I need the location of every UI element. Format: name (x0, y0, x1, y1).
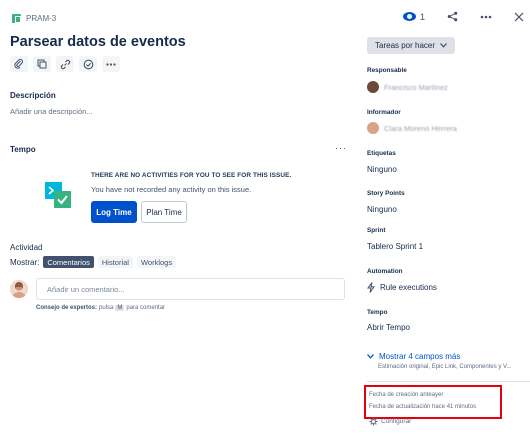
more-icon[interactable] (480, 15, 492, 19)
sprint-label: Sprint (367, 227, 386, 234)
attach-button[interactable] (10, 56, 28, 72)
close-icon[interactable] (514, 12, 524, 22)
tempo-more-button[interactable]: ··· (335, 143, 347, 153)
assignee-avatar (367, 81, 379, 93)
tempo-empty-subtext: You have not recorded any activity on th… (91, 185, 252, 194)
eye-icon (402, 12, 416, 21)
tip-key: M (115, 305, 125, 311)
top-actions: 1 (402, 11, 524, 22)
reporter-name: Clara Moreno Herrera (384, 123, 457, 133)
gear-icon (369, 417, 378, 426)
comment-tip: Consejo de expertos: pulsa M para coment… (36, 305, 165, 311)
tempo-field-label: Tempo (367, 309, 388, 316)
automation-value: Rule executions (380, 283, 437, 292)
avatar (10, 280, 28, 298)
more-fields-sub: Estimación original, Epic Link, Componen… (378, 364, 512, 370)
reporter-field[interactable]: Clara Moreno Herrera (367, 122, 457, 134)
more-icon (106, 62, 116, 66)
tempo-empty-heading: THERE ARE NO ACTIVITIES FOR YOU TO SEE F… (91, 172, 292, 179)
story-type-icon (12, 14, 21, 23)
link-issue-button[interactable] (56, 56, 74, 72)
tip-bold: Consejo de expertos: (36, 305, 98, 311)
issue-key-link[interactable]: PRAM-3 (12, 14, 56, 23)
watchers-count: 1 (419, 11, 425, 22)
assignee-label: Responsable (367, 67, 407, 74)
highlight-box (364, 385, 502, 419)
automation-rule-executions[interactable]: Rule executions (367, 282, 437, 293)
show-label: Mostrar: (10, 257, 40, 267)
log-time-button[interactable]: Log Time (91, 201, 137, 223)
issue-toolbar (10, 56, 120, 72)
show-more-fields[interactable]: Mostrar 4 campos más (367, 352, 460, 361)
watch-button[interactable]: 1 (402, 11, 425, 22)
description-input[interactable]: Añadir una descripción... (10, 107, 93, 116)
tempo-illustration-icon (45, 182, 72, 209)
tip-rest: para comentar (126, 305, 166, 311)
issue-key-text: PRAM-3 (26, 14, 57, 23)
more-fields-label: Mostrar 4 campos más (379, 352, 461, 361)
story-points-value[interactable]: Ninguno (367, 205, 397, 214)
assignee-field[interactable]: Francisco Martínez (367, 81, 448, 93)
updated-date: Fecha de actualización hace 41 minutos (369, 404, 477, 410)
filter-worklogs[interactable]: Worklogs (136, 256, 177, 268)
chevron-down-icon (367, 354, 374, 359)
filter-comments[interactable]: Comentarios (43, 256, 94, 268)
assignee-name: Francisco Martínez (384, 82, 448, 92)
child-issue-button[interactable] (33, 56, 51, 72)
link-icon (60, 59, 70, 69)
tempo-section-label: Tempo (10, 145, 36, 154)
checklist-button[interactable] (79, 56, 97, 72)
activity-filter-row: Mostrar: Comentarios Historial Worklogs (10, 256, 177, 268)
child-issue-icon (37, 59, 47, 69)
more-actions-button[interactable] (102, 56, 120, 72)
labels-label: Etiquetas (367, 150, 396, 157)
activity-label: Actividad (10, 243, 43, 252)
reporter-avatar (367, 122, 379, 134)
open-tempo-link[interactable]: Abrir Tempo (367, 323, 410, 332)
status-label: Tareas por hacer (375, 41, 436, 50)
lightning-icon (367, 282, 375, 293)
labels-value[interactable]: Ninguno (367, 165, 397, 174)
story-points-label: Story Points (367, 190, 405, 197)
filter-history[interactable]: Historial (97, 256, 133, 268)
chevron-down-icon (440, 43, 447, 48)
divider (367, 381, 530, 382)
sprint-value[interactable]: Tablero Sprint 1 (367, 242, 423, 251)
status-dropdown[interactable]: Tareas por hacer (367, 37, 456, 54)
configure-label: Configurar (381, 418, 412, 425)
plan-time-button[interactable]: Plan Time (141, 201, 187, 223)
checklist-icon (83, 59, 93, 69)
issue-title[interactable]: Parsear datos de eventos (10, 34, 186, 50)
reporter-label: Informador (367, 109, 401, 116)
configure-button[interactable]: Configurar (369, 417, 411, 426)
created-date: Fecha de creación anteayer (369, 392, 444, 398)
attach-icon (14, 59, 23, 69)
automation-label: Automation (367, 268, 403, 275)
share-icon[interactable] (447, 11, 458, 22)
comment-input[interactable]: Añadir un comentario... (36, 278, 345, 300)
tip-press: pulsa (99, 305, 114, 311)
description-label: Descripción (10, 91, 56, 100)
